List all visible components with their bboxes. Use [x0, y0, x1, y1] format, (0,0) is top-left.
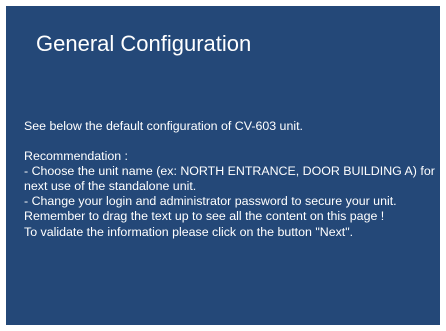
recommendation-line: Remember to drag the text up to see all … [24, 209, 385, 224]
configuration-panel: General Configuration See below the defa… [6, 6, 440, 325]
recommendation-line: - Change your login and administrator pa… [24, 194, 397, 209]
recommendation-block: Recommendation : - Choose the unit name … [24, 149, 436, 240]
recommendation-line: To validate the information please click… [24, 224, 354, 239]
page-title: General Configuration [36, 31, 252, 56]
configuration-text[interactable]: See below the default configuration of C… [24, 119, 436, 240]
intro-text: See below the default configuration of C… [24, 119, 303, 133]
recommendation-line: - Choose the unit name (ex: NORTH ENTRAN… [24, 164, 435, 194]
recommendation-heading: Recommendation : [24, 149, 128, 164]
